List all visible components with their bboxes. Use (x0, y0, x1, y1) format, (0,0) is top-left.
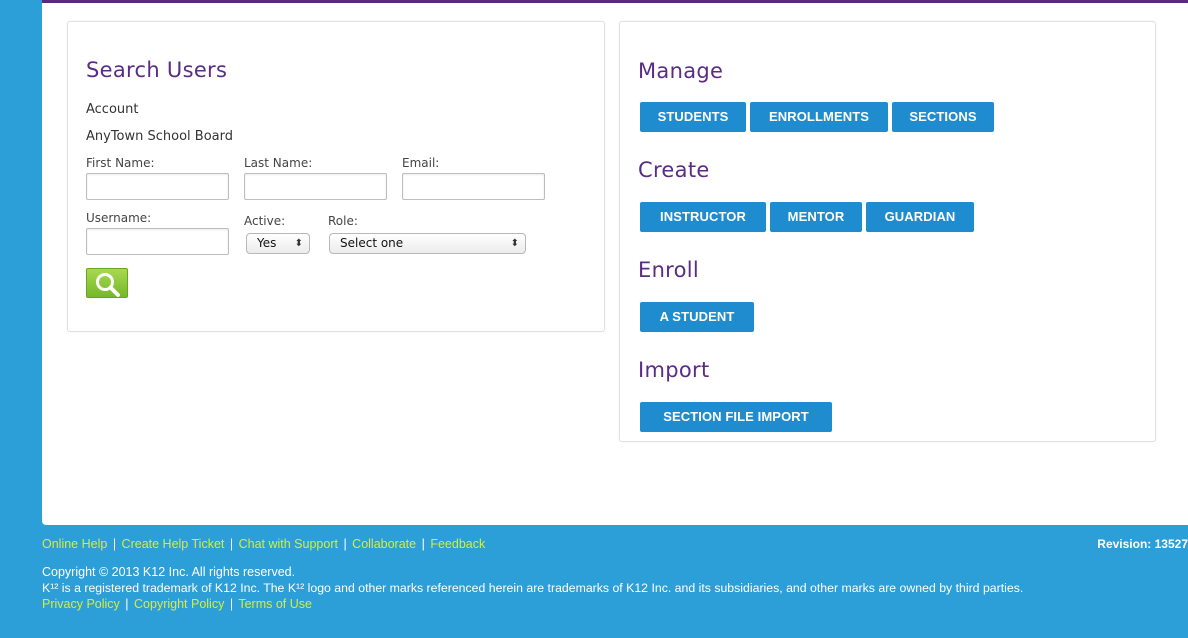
policy-links: Privacy Policy | Copyright Policy | Term… (42, 597, 312, 611)
role-label: Role: (328, 214, 358, 228)
email-label: Email: (402, 156, 440, 170)
create-title: Create (638, 158, 710, 182)
enroll-title: Enroll (638, 258, 700, 282)
collaborate-link[interactable]: Collaborate (352, 537, 416, 551)
actions-panel: Manage STUDENTS ENROLLMENTS SECTIONS Cre… (619, 21, 1156, 442)
email-field[interactable] (402, 173, 545, 200)
account-label: Account (86, 102, 139, 117)
main-content: Search Users Account AnyTown School Boar… (42, 0, 1188, 525)
trademark-text: K¹² is a registered trademark of K12 Inc… (42, 581, 1024, 595)
last-name-field[interactable] (244, 173, 387, 200)
chat-with-support-link[interactable]: Chat with Support (239, 537, 338, 551)
active-select[interactable]: Yes ⬍ (246, 233, 310, 254)
manage-title: Manage (638, 59, 724, 83)
account-value: AnyTown School Board (86, 129, 234, 144)
magnifier-icon (96, 273, 120, 297)
revision-number: Revision: 13527 (1097, 537, 1188, 551)
guardian-button[interactable]: GUARDIAN (866, 202, 974, 232)
username-label: Username: (86, 211, 152, 225)
separator: | (421, 537, 425, 551)
search-button[interactable] (86, 268, 128, 298)
footer: Online Help | Create Help Ticket | Chat … (42, 525, 1188, 638)
section-file-import-button[interactable]: SECTION FILE IMPORT (640, 402, 832, 432)
separator: | (343, 537, 347, 551)
select-arrows-icon: ⬍ (510, 238, 519, 249)
separator: | (112, 537, 117, 551)
separator: | (229, 537, 234, 551)
instructor-button[interactable]: INSTRUCTOR (640, 202, 766, 232)
create-help-ticket-link[interactable]: Create Help Ticket (122, 537, 225, 551)
first-name-label: First Name: (86, 156, 155, 170)
enrollments-button[interactable]: ENROLLMENTS (750, 102, 888, 132)
select-arrows-icon: ⬍ (294, 238, 303, 249)
separator: | (229, 597, 234, 611)
separator: | (125, 597, 129, 611)
sections-button[interactable]: SECTIONS (892, 102, 994, 132)
copyright-text: Copyright © 2013 K12 Inc. All rights res… (42, 565, 296, 579)
online-help-link[interactable]: Online Help (42, 537, 107, 551)
last-name-label: Last Name: (244, 156, 313, 170)
search-users-panel: Search Users Account AnyTown School Boar… (67, 21, 605, 332)
active-label: Active: (244, 214, 286, 228)
username-field[interactable] (86, 228, 229, 255)
terms-of-use-link[interactable]: Terms of Use (238, 597, 312, 611)
mentor-button[interactable]: MENTOR (770, 202, 862, 232)
enroll-student-button[interactable]: A STUDENT (640, 302, 754, 332)
privacy-policy-link[interactable]: Privacy Policy (42, 597, 120, 611)
import-title: Import (638, 358, 710, 382)
copyright-policy-link[interactable]: Copyright Policy (134, 597, 224, 611)
role-select[interactable]: Select one ⬍ (329, 233, 526, 254)
students-button[interactable]: STUDENTS (640, 102, 746, 132)
first-name-field[interactable] (86, 173, 229, 200)
search-users-title: Search Users (86, 58, 228, 82)
feedback-link[interactable]: Feedback (430, 537, 485, 551)
role-select-value: Select one (340, 236, 404, 250)
footer-links: Online Help | Create Help Ticket | Chat … (42, 537, 485, 551)
active-select-value: Yes (257, 236, 277, 250)
